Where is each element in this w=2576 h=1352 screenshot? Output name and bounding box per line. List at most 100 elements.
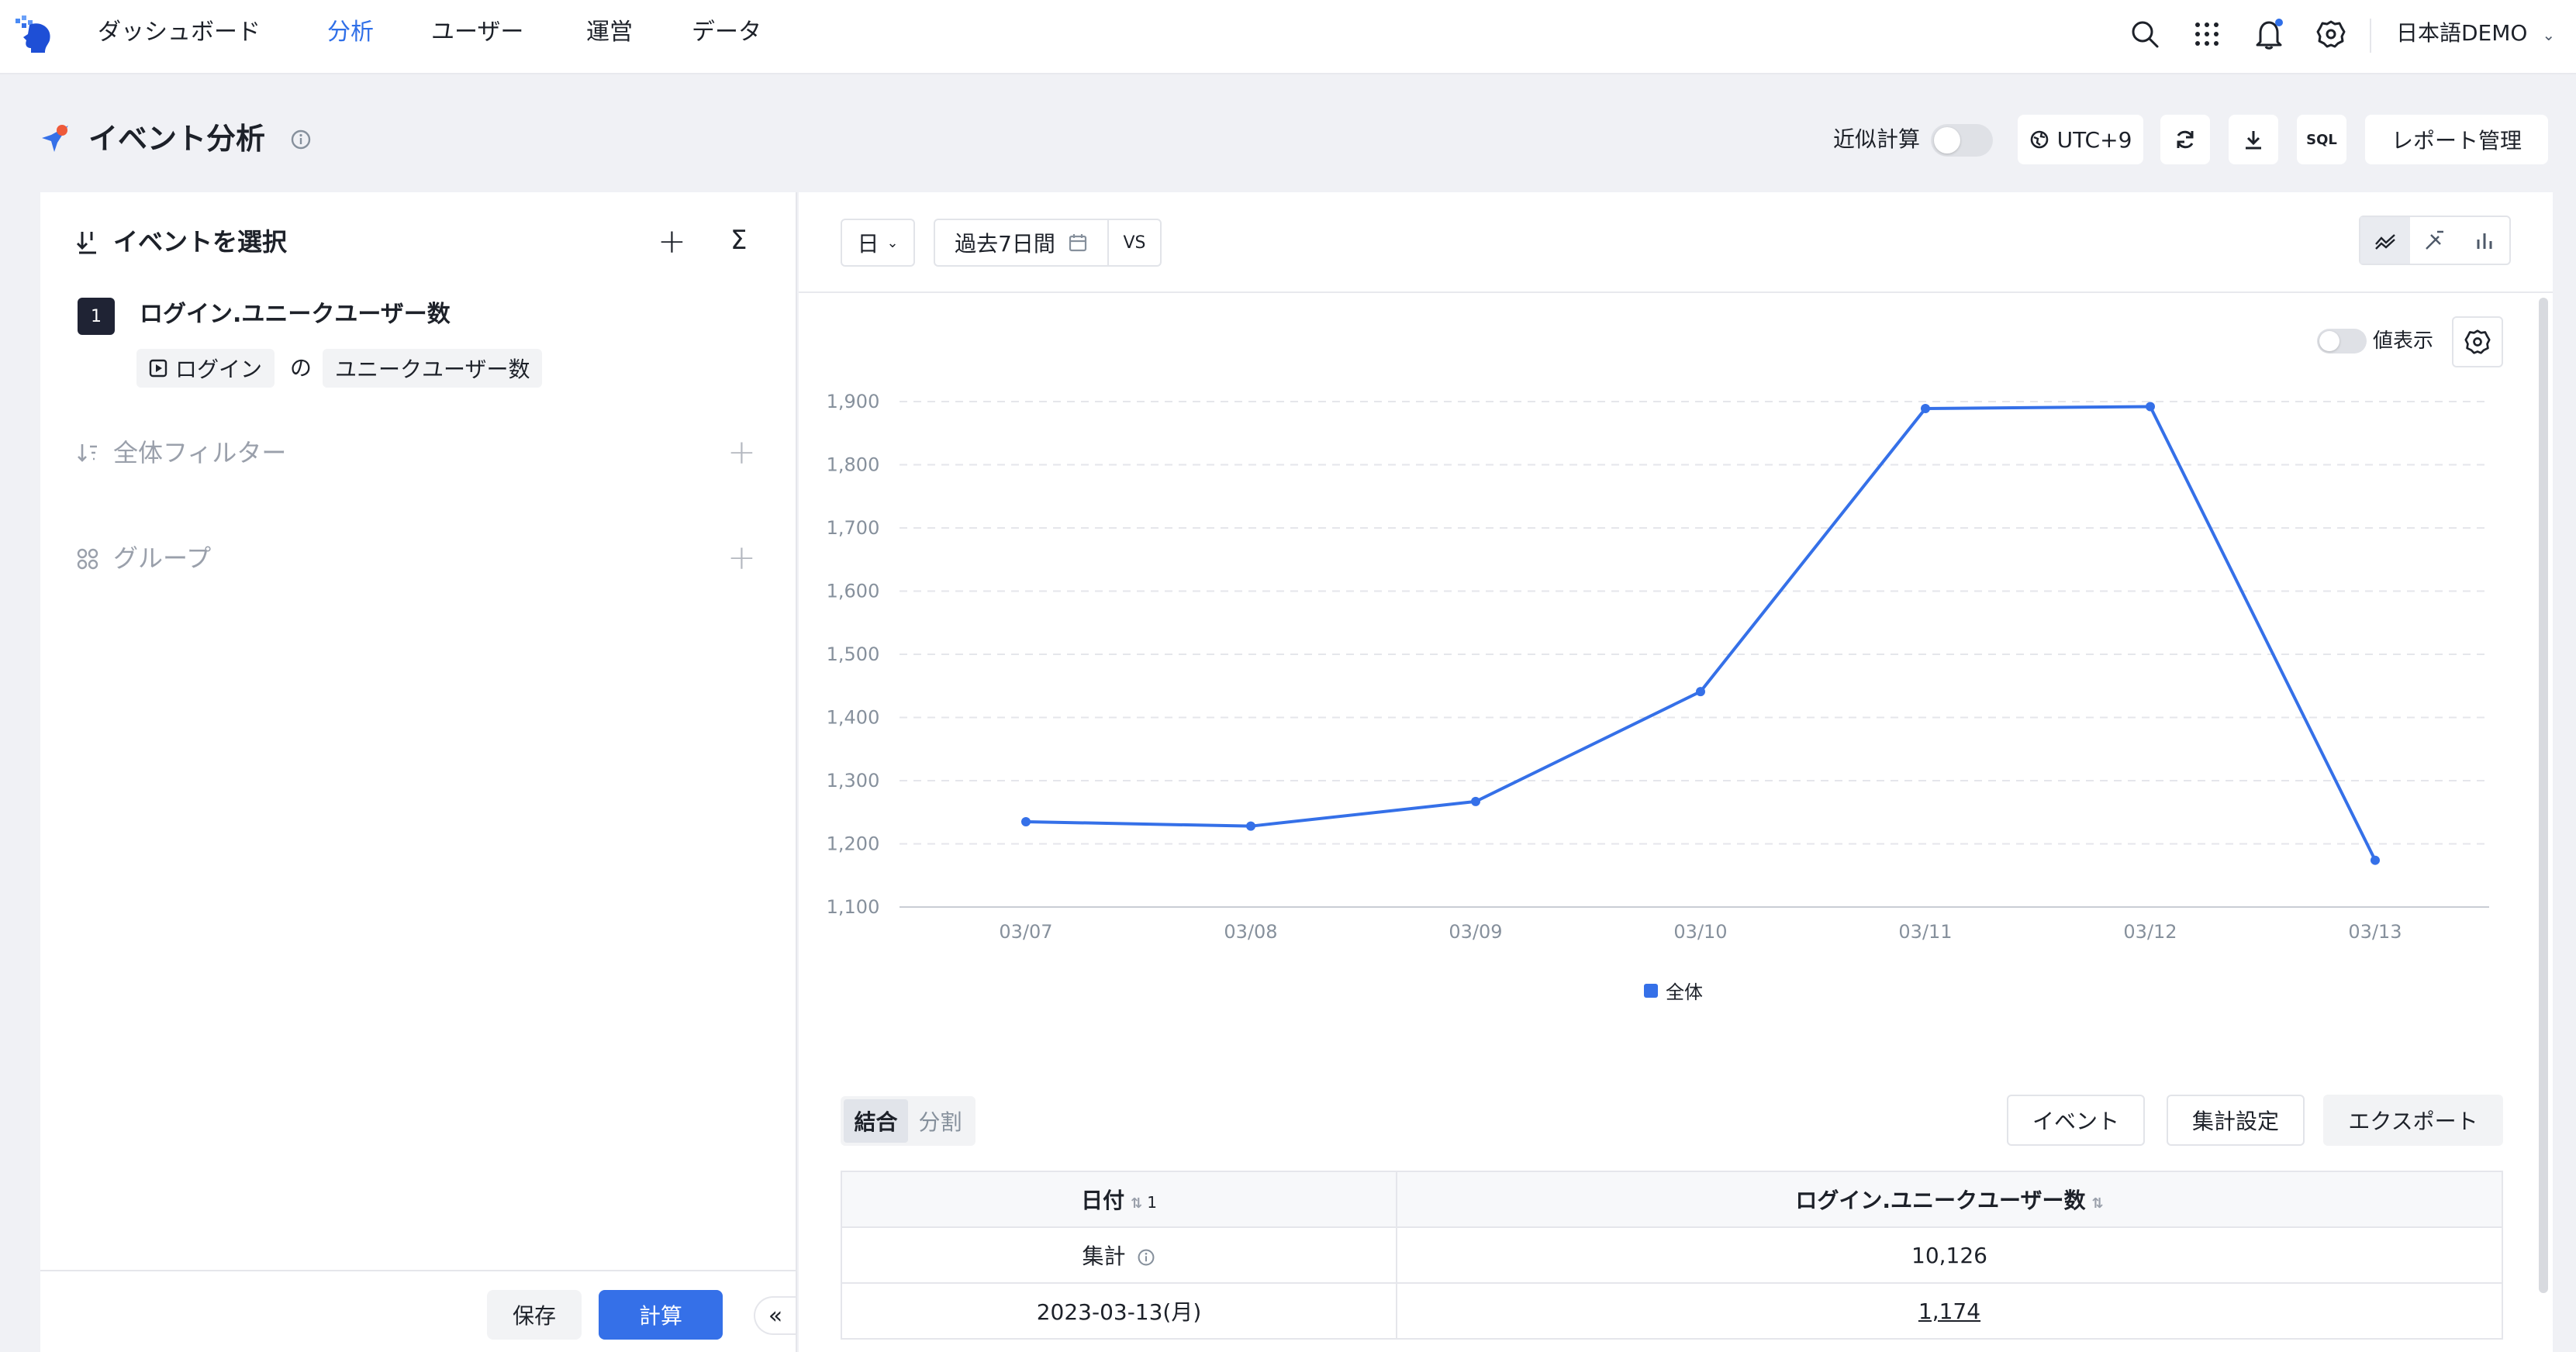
nav-divider xyxy=(2370,19,2371,53)
event-button[interactable]: イベント xyxy=(2007,1095,2145,1146)
add-filter-button[interactable]: + xyxy=(727,436,756,470)
calendar-icon xyxy=(1069,234,1087,252)
x-tick-label: 03/12 xyxy=(2123,921,2177,943)
aggregate-settings-button[interactable]: 集計設定 xyxy=(2167,1095,2305,1146)
nav-operations[interactable]: 運営 xyxy=(586,17,633,48)
event-name[interactable]: ログイン.ユニークユーザー数 xyxy=(140,299,451,330)
language-selector[interactable]: 日本語DEMO ⌄ xyxy=(2396,17,2555,51)
total-label: 集計 xyxy=(1082,1243,1126,1269)
tab-split[interactable]: 分割 xyxy=(908,1099,972,1143)
y-tick-label: 1,600 xyxy=(827,581,880,602)
table-cell-value[interactable]: 1,174 xyxy=(1396,1282,2503,1340)
info-icon[interactable] xyxy=(1137,1248,1155,1267)
x-tick-label: 03/07 xyxy=(999,921,1052,943)
collapse-panel-button[interactable]: « xyxy=(754,1296,796,1335)
chart-toolbar: 日 ⌄ 過去7日間 VS xyxy=(799,192,2553,293)
y-tick-label: 1,300 xyxy=(827,770,880,792)
apps-grid-icon[interactable] xyxy=(2190,17,2224,51)
y-tick-label: 1,800 xyxy=(827,454,880,476)
table-row-total: 集計 10,126 xyxy=(841,1226,2503,1284)
x-tick-label: 03/08 xyxy=(1224,921,1277,943)
toggle-knob xyxy=(1934,127,1960,153)
notification-dot xyxy=(2275,19,2283,26)
chart-legend[interactable]: 全体 xyxy=(1644,977,1703,1004)
y-tick-label: 1,400 xyxy=(827,707,880,729)
report-manage-button[interactable]: レポート管理 xyxy=(2365,115,2548,164)
x-tick-label: 03/13 xyxy=(2348,921,2402,943)
series-line xyxy=(1025,405,2377,861)
query-builder-panel: イベントを選択 + Σ 1 ログイン.ユニークユーザー数 ログイン の ユニーク… xyxy=(40,192,797,1352)
x-tick-label: 03/10 xyxy=(1673,921,1727,943)
settings-gear-icon[interactable] xyxy=(2314,17,2348,51)
brand-logo-icon[interactable] xyxy=(14,14,56,56)
timezone-button[interactable]: UTC+9 xyxy=(2018,115,2143,164)
group-section-title: グループ xyxy=(113,543,212,573)
connector-text: の xyxy=(290,355,313,381)
filter-section-title: 全体フィルター xyxy=(113,438,287,467)
metric-chip[interactable]: ユニークユーザー数 xyxy=(323,349,543,388)
bar-chart-view-button[interactable] xyxy=(2460,217,2509,264)
event-chip-label: ログイン xyxy=(175,357,263,382)
legend-swatch xyxy=(1644,983,1658,998)
compare-vs-button[interactable]: VS xyxy=(1107,219,1162,267)
nav-data[interactable]: データ xyxy=(692,17,761,48)
trend-icon xyxy=(2426,230,2443,250)
line-chart-view-button[interactable] xyxy=(2360,217,2410,264)
y-tick-label: 1,200 xyxy=(827,833,880,855)
refresh-button[interactable] xyxy=(2160,115,2210,164)
notification-bell-icon[interactable] xyxy=(2252,17,2286,51)
sort-icon[interactable]: ⇅ xyxy=(1131,1195,1142,1212)
data-point xyxy=(2371,855,2380,865)
info-icon[interactable] xyxy=(290,129,312,150)
sort-order-number: 1 xyxy=(1147,1193,1157,1212)
tab-merge[interactable]: 結合 xyxy=(844,1099,908,1143)
rocket-icon xyxy=(42,125,68,152)
chevron-down-icon: ⌄ xyxy=(2542,26,2556,44)
nav-analysis[interactable]: 分析 xyxy=(327,17,374,48)
nav-dashboard[interactable]: ダッシュボード xyxy=(98,17,261,48)
sort-icon[interactable]: ⇅ xyxy=(2092,1195,2104,1212)
table-row: 2023-03-13(月) 1,174 xyxy=(841,1282,2503,1340)
date-range-picker[interactable]: 過去7日間 xyxy=(934,219,1109,267)
nav-users[interactable]: ユーザー xyxy=(431,17,523,48)
column-date-label: 日付 xyxy=(1081,1188,1125,1213)
y-tick-label: 1,700 xyxy=(827,517,880,539)
search-icon[interactable] xyxy=(2128,17,2162,51)
add-group-button[interactable]: + xyxy=(727,541,756,575)
trend-view-button[interactable] xyxy=(2410,217,2460,264)
download-button[interactable] xyxy=(2229,115,2278,164)
data-point xyxy=(1696,687,1705,697)
filter-icon xyxy=(78,444,97,462)
approx-calc-label: 近似計算 xyxy=(1833,126,1921,152)
event-section-title: イベントを選択 xyxy=(113,227,288,257)
y-tick-label: 1,500 xyxy=(827,643,880,665)
sql-button[interactable]: SQL xyxy=(2297,115,2346,164)
column-header-metric[interactable]: ログイン.ユニークユーザー数 ⇅ xyxy=(1396,1171,2503,1228)
vertical-scrollbar[interactable] xyxy=(2539,298,2548,1293)
chart-settings-button[interactable] xyxy=(2452,316,2503,367)
x-tick-label: 03/11 xyxy=(1898,921,1952,943)
value-display-label: 値表示 xyxy=(2373,329,2434,353)
event-index-badge: 1 xyxy=(78,298,115,335)
event-select-icon xyxy=(76,232,96,254)
result-table: 日付 ⇅ 1 ログイン.ユニークユーザー数 ⇅ 集計 10,126 2023-03-1… xyxy=(841,1171,2503,1340)
y-tick-label: 1,100 xyxy=(827,896,880,918)
add-event-button[interactable]: + xyxy=(658,225,686,259)
panel-footer: 保存 計算 « xyxy=(40,1270,796,1352)
granularity-select[interactable]: 日 ⌄ xyxy=(841,219,915,267)
value-display-toggle[interactable] xyxy=(2317,329,2367,354)
timezone-label: UTC+9 xyxy=(2056,126,2132,153)
approx-calc-toggle[interactable] xyxy=(1931,124,1993,157)
save-button[interactable]: 保存 xyxy=(487,1290,582,1340)
formula-sigma-button[interactable]: Σ xyxy=(730,223,747,257)
table-cell-value: 10,126 xyxy=(1396,1226,2503,1284)
calculate-button[interactable]: 計算 xyxy=(599,1290,723,1340)
event-type-icon xyxy=(149,359,167,378)
data-point xyxy=(1246,821,1255,831)
column-header-date[interactable]: 日付 ⇅ 1 xyxy=(841,1171,1397,1228)
export-button[interactable]: エクスポート xyxy=(2323,1095,2503,1146)
value-link[interactable]: 1,174 xyxy=(1918,1299,1980,1324)
table-mode-switch: 結合 分割 xyxy=(841,1096,975,1146)
top-navigation: ダッシュボード 分析 ユーザー 運営 データ 日本語DEMO ⌄ xyxy=(0,0,2576,74)
event-chip[interactable]: ログイン xyxy=(136,349,275,388)
